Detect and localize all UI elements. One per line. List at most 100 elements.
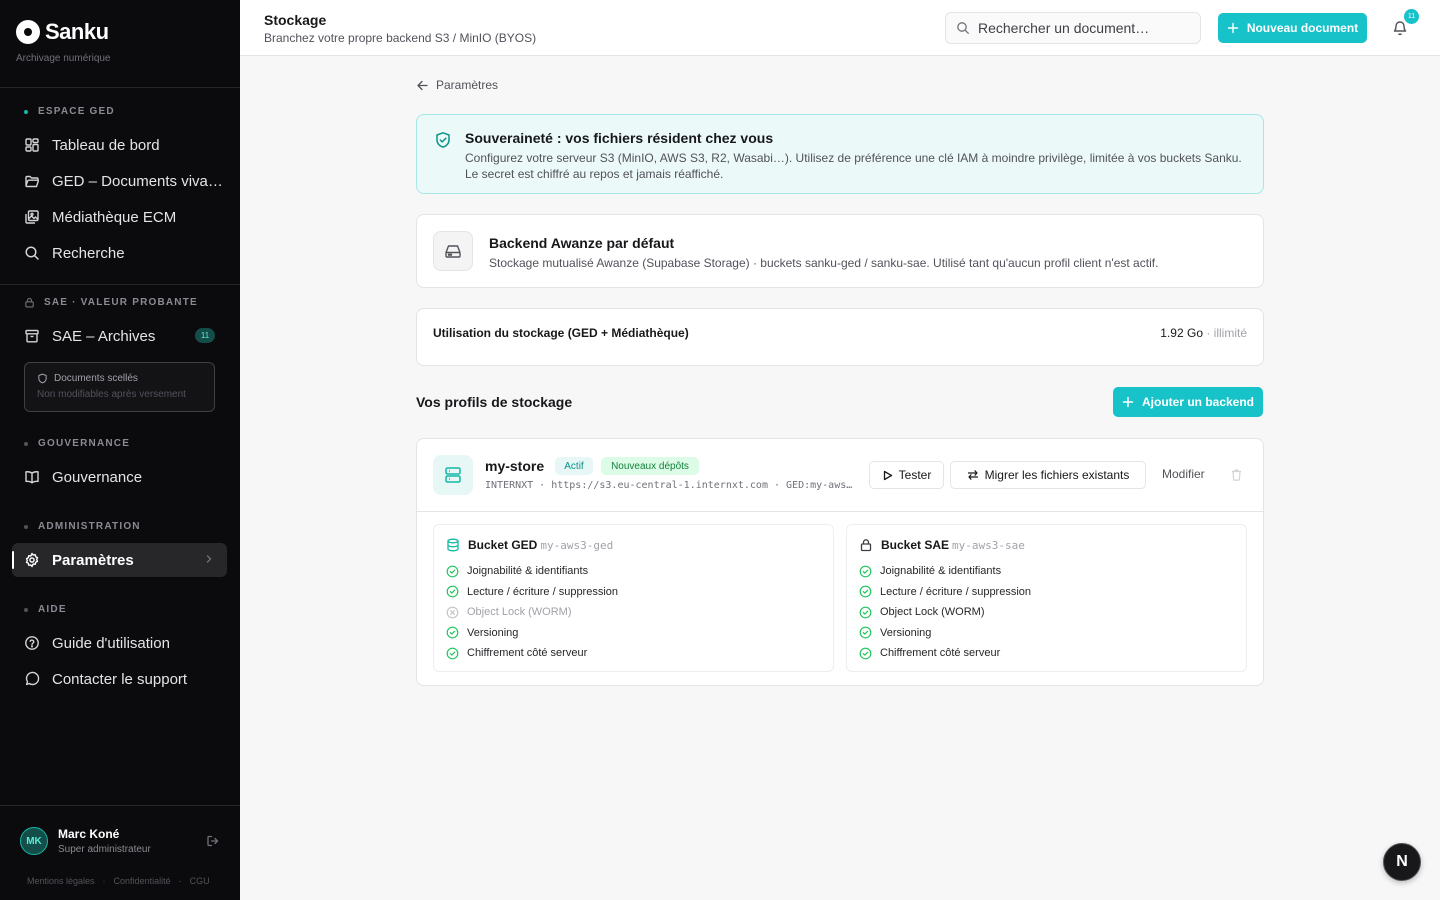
check-circle-icon xyxy=(859,565,872,578)
profile-meta: INTERNXT · https://s3.eu-central-1.inter… xyxy=(485,480,858,491)
sidebar-divider xyxy=(0,284,240,285)
sidebar-item-label: Gouvernance xyxy=(52,468,143,486)
user-profile[interactable]: MK Marc Koné Super administrateur xyxy=(20,827,220,855)
user-info: Marc Koné Super administrateur xyxy=(58,827,151,855)
sidebar-item-mediatheque[interactable]: Médiathèque ECM xyxy=(12,200,227,234)
check-item-label: Joignabilité & identifiants xyxy=(467,565,589,578)
archives-count-badge: 11 xyxy=(195,328,215,343)
storage-usage-card: Utilisation du stockage (GED + Médiathèq… xyxy=(416,308,1264,366)
check-item-label: Object Lock (WORM) xyxy=(880,606,985,619)
section-dot xyxy=(24,607,28,612)
bucket-sae-label: Bucket SAE xyxy=(881,538,950,552)
hard-drive-icon xyxy=(433,231,473,271)
check-item-label: Object Lock (WORM) xyxy=(467,606,572,619)
section-label-text: ESPACE GED xyxy=(38,106,115,117)
edit-profile-button[interactable]: Modifier xyxy=(1162,467,1205,481)
legal-link-mentions[interactable]: Mentions légales xyxy=(27,876,95,886)
brand-subtitle: Archivage numérique xyxy=(16,53,111,64)
sidebar-item-support[interactable]: Contacter le support xyxy=(12,662,227,696)
sidebar-item-recherche[interactable]: Recherche xyxy=(12,236,227,270)
check-item-label: Versioning xyxy=(880,626,932,639)
check-circle-icon xyxy=(859,647,872,660)
sidebar-item-ged-documents[interactable]: GED – Documents viva… xyxy=(12,164,227,198)
play-icon xyxy=(882,470,893,481)
bucket-sae-title: Bucket SAE my-aws3-sae xyxy=(859,538,1025,552)
lock-icon xyxy=(24,297,35,308)
bucket-ged-panel: Bucket GED my-aws3-ged Joignabilité & id… xyxy=(433,524,834,672)
new-document-label: Nouveau document xyxy=(1246,21,1359,35)
bucket-ged-checks: Joignabilité & identifiants Lecture / éc… xyxy=(446,561,618,664)
arrow-left-icon xyxy=(416,79,429,92)
sidebar-item-parametres[interactable]: Paramètres xyxy=(12,543,227,577)
check-item: Chiffrement côté serveur xyxy=(446,643,618,664)
sidebar-item-tableau-de-bord[interactable]: Tableau de bord xyxy=(12,128,227,162)
legal-separator: · xyxy=(178,876,182,886)
server-icon xyxy=(433,455,473,495)
page-title: Stockage xyxy=(264,12,327,28)
test-button[interactable]: Tester xyxy=(869,461,944,489)
message-circle-icon xyxy=(24,671,40,687)
legal-separator: · xyxy=(102,876,106,886)
legal-links: Mentions légales · Confidentialité · CGU xyxy=(27,876,210,886)
new-document-button[interactable]: Nouveau document xyxy=(1218,13,1367,43)
check-item: Lecture / écriture / suppression xyxy=(446,582,618,603)
sidebar-item-label: Tableau de bord xyxy=(52,136,160,154)
top-header: Stockage Branchez votre propre backend S… xyxy=(240,0,1440,56)
page-subtitle: Branchez votre propre backend S3 / MinIO… xyxy=(264,31,537,45)
logout-icon[interactable] xyxy=(206,834,220,848)
add-backend-button[interactable]: Ajouter un backend xyxy=(1113,387,1263,417)
bucket-sae-name: my-aws3-sae xyxy=(952,538,1025,552)
search-box[interactable] xyxy=(945,12,1201,44)
migrate-files-label: Migrer les fichiers existants xyxy=(984,468,1130,482)
sidebar-item-guide[interactable]: Guide d'utilisation xyxy=(12,626,227,660)
sovereignty-title: Souveraineté : vos fichiers résident che… xyxy=(465,130,774,146)
profile-divider xyxy=(417,511,1263,512)
shield-icon xyxy=(37,373,48,384)
search-input[interactable] xyxy=(978,20,1188,36)
book-open-icon xyxy=(24,469,40,485)
database-icon xyxy=(446,538,460,552)
back-link[interactable]: Paramètres xyxy=(416,78,498,92)
migrate-files-button[interactable]: Migrer les fichiers existants xyxy=(950,461,1146,489)
sealed-documents-info: Documents scellés Non modifiables après … xyxy=(24,362,215,412)
check-item: Object Lock (WORM) xyxy=(859,602,1031,623)
test-button-label: Tester xyxy=(898,468,932,482)
section-label-sae: SAE · VALEUR PROBANTE xyxy=(24,297,198,308)
nextjs-dev-badge[interactable]: N xyxy=(1383,843,1421,881)
user-role: Super administrateur xyxy=(58,844,151,855)
legal-link-confidentialite[interactable]: Confidentialité xyxy=(114,876,171,886)
trash-icon[interactable] xyxy=(1230,468,1243,481)
sidebar-item-label: SAE – Archives xyxy=(52,327,156,345)
check-circle-icon xyxy=(859,585,872,598)
arrows-swap-icon xyxy=(967,469,979,481)
sidebar-divider xyxy=(0,805,240,806)
check-item-label: Chiffrement côté serveur xyxy=(880,647,1001,660)
storage-limit: · illimité xyxy=(1203,326,1247,340)
bucket-ged-name: my-aws3-ged xyxy=(540,538,614,552)
gear-icon xyxy=(24,552,40,568)
check-circle-icon xyxy=(446,565,459,578)
check-item: Versioning xyxy=(446,623,618,644)
section-label-text: AIDE xyxy=(38,604,67,615)
x-circle-icon xyxy=(446,606,459,619)
check-circle-icon xyxy=(859,626,872,639)
archive-icon xyxy=(24,328,40,344)
section-label-text: GOUVERNANCE xyxy=(38,438,131,449)
active-status-badge: Actif xyxy=(555,457,593,475)
chevron-right-icon xyxy=(203,553,215,565)
legal-link-cgu[interactable]: CGU xyxy=(190,876,210,886)
section-dot xyxy=(24,441,28,446)
check-circle-icon xyxy=(446,626,459,639)
section-label-gouvernance: GOUVERNANCE xyxy=(24,438,130,449)
sealed-subtitle: Non modifiables après versement xyxy=(37,389,186,400)
check-item: Chiffrement côté serveur xyxy=(859,643,1031,664)
layout-grid-icon xyxy=(24,137,40,153)
sidebar-divider xyxy=(0,87,240,88)
sidebar-item-sae-archives[interactable]: SAE – Archives 11 xyxy=(12,319,227,353)
sovereignty-banner: Souveraineté : vos fichiers résident che… xyxy=(416,114,1264,194)
notification-badge: 11 xyxy=(1404,9,1419,24)
check-item-failed: Object Lock (WORM) xyxy=(446,602,618,623)
sidebar-item-label: Recherche xyxy=(52,244,125,262)
sidebar-item-gouvernance[interactable]: Gouvernance xyxy=(12,460,227,494)
brand[interactable]: Sanku xyxy=(16,19,109,45)
